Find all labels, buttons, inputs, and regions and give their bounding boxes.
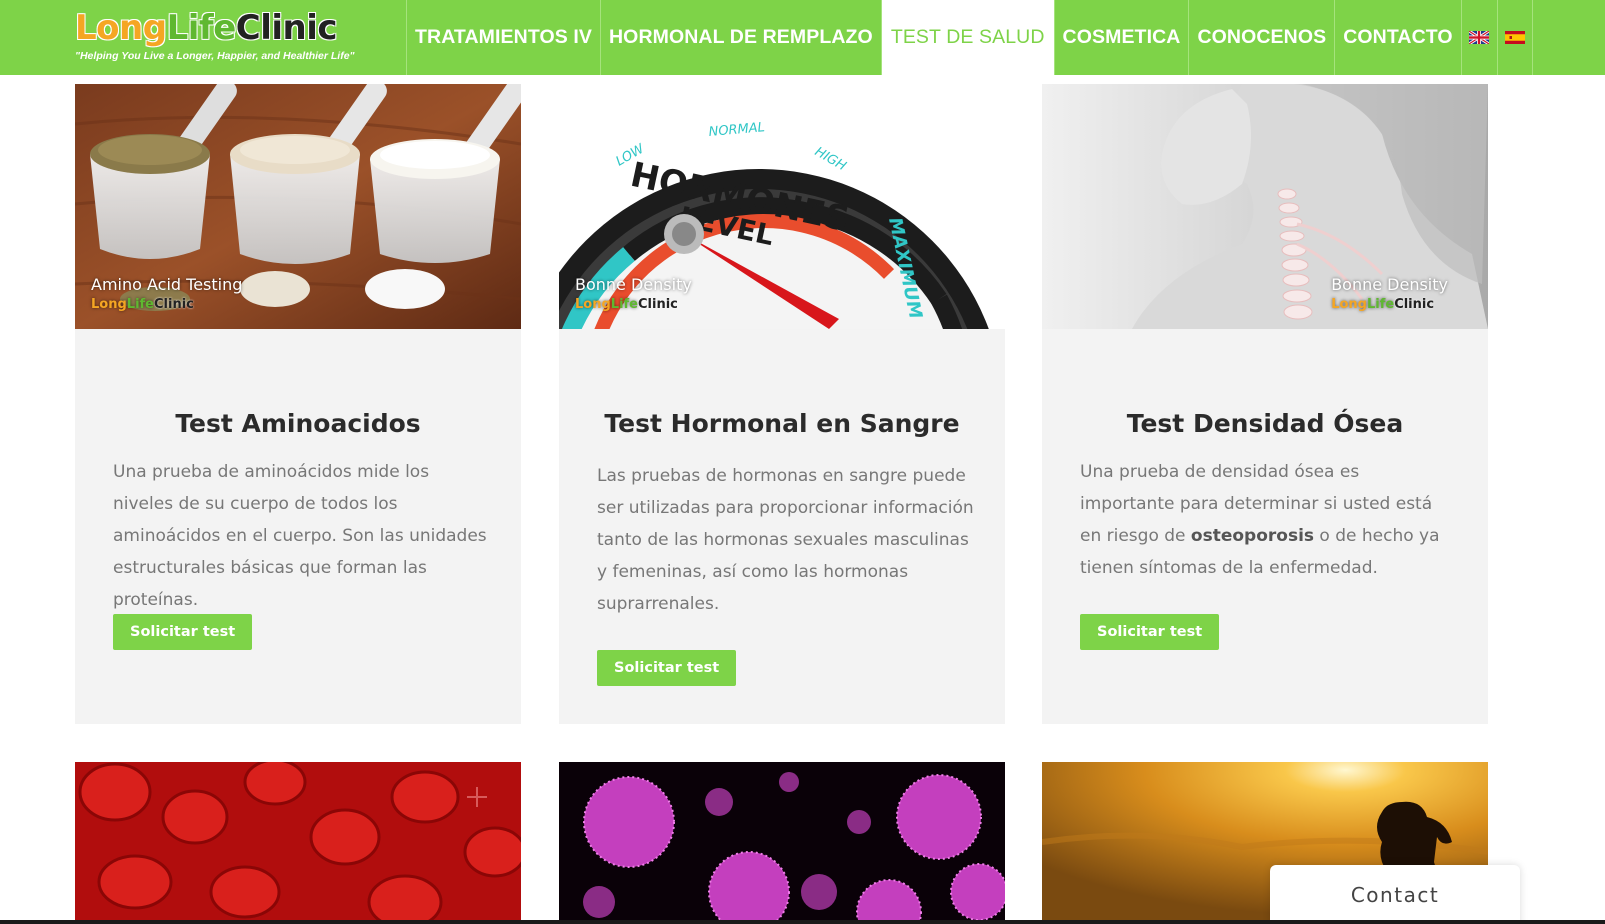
contact-widget[interactable]: Contact [1270, 865, 1520, 924]
card-test-hormonal-sangre: LOW NORMAL HIGH MAXIMUM HORMONES LEVEL B… [559, 84, 1005, 724]
logo-word-clinic: Clinic [235, 8, 338, 48]
logo-word-long: Long [75, 8, 167, 48]
spain-flag-icon [1504, 31, 1525, 44]
image-caption-text: Bonne Density [1331, 275, 1448, 294]
image-caption-overlay: Bonne Density LongLifeClinic [575, 275, 692, 315]
image-brand-watermark: LongLifeClinic [575, 297, 678, 312]
image-caption-overlay: Bonne Density LongLifeClinic [1331, 275, 1448, 315]
card-title: Test Densidad Ósea [1126, 409, 1404, 438]
solicitar-test-button[interactable]: Solicitar test [597, 650, 737, 686]
card-title: Test Hormonal en Sangre [604, 409, 960, 438]
site-header: LongLifeClinic "Helping You Live a Longe… [0, 0, 1605, 75]
logo-word-life: Life [166, 8, 237, 48]
nav-item-contacto[interactable]: CONTACTO [1334, 0, 1461, 75]
image-brand-watermark: LongLifeClinic [1331, 297, 1435, 312]
page-bottom-edge [0, 920, 1605, 924]
card-description: Una prueba de aminoácidos mide los nivel… [113, 462, 487, 610]
nav-item-hormonal-de-remplazo[interactable]: HORMONAL DE REMPLAZO [600, 0, 881, 75]
virus-cells-image [559, 762, 1005, 924]
nav-item-conocenos[interactable]: CONOCENOS [1188, 0, 1334, 75]
nav-item-test-de-salud[interactable]: TEST DE SALUD [880, 0, 1054, 75]
osteoporosis-term: osteoporosis [1190, 526, 1315, 546]
nav-item-cosmetica[interactable]: COSMETICA [1053, 0, 1189, 75]
bone-density-image: Bonne Density LongLifeClinic [1042, 84, 1488, 329]
amino-acid-powder-image: Amino Acid Testing LongLifeClinic [75, 84, 521, 329]
language-english-link[interactable] [1460, 0, 1497, 75]
logo-wordmark: LongLifeClinic [75, 8, 395, 48]
solicitar-test-button[interactable]: Solicitar test [1080, 614, 1220, 650]
solicitar-test-button[interactable]: Solicitar test [113, 614, 253, 650]
card-title: Test Aminoacidos [175, 409, 421, 438]
blood-cells-image [75, 762, 521, 924]
language-spanish-link[interactable] [1496, 0, 1533, 75]
card-test-densidad-osea: Bonne Density LongLifeClinic Test Densid… [1042, 84, 1488, 724]
image-caption-overlay: Amino Acid Testing LongLifeClinic [91, 275, 242, 315]
card-test-aminoacidos: Amino Acid Testing LongLifeClinic Test A… [75, 84, 521, 724]
main-nav: TRATAMIENTOS IV HORMONAL DE REMPLAZO TES… [406, 0, 1533, 75]
hormones-gauge-image: LOW NORMAL HIGH MAXIMUM HORMONES LEVEL B… [559, 84, 1005, 329]
logo-tagline: "Helping You Live a Longer, Happier, and… [75, 50, 355, 62]
card-description: Una prueba de densidad ósea es important… [1080, 462, 1440, 578]
contact-widget-label: Contact [1350, 883, 1440, 907]
magenta-virus-illustration [559, 762, 1005, 924]
image-brand-watermark: LongLifeClinic [91, 297, 194, 312]
card-description: Las pruebas de hormonas en sangre puede … [597, 466, 974, 614]
site-logo[interactable]: LongLifeClinic "Helping You Live a Longe… [75, 8, 395, 70]
image-caption-text: Bonne Density [575, 275, 692, 294]
uk-flag-icon [1469, 31, 1490, 44]
image-caption-text: Amino Acid Testing [91, 275, 243, 294]
red-blood-cells-illustration [75, 762, 521, 924]
nav-item-tratamientos-iv[interactable]: TRATAMIENTOS IV [406, 0, 600, 75]
